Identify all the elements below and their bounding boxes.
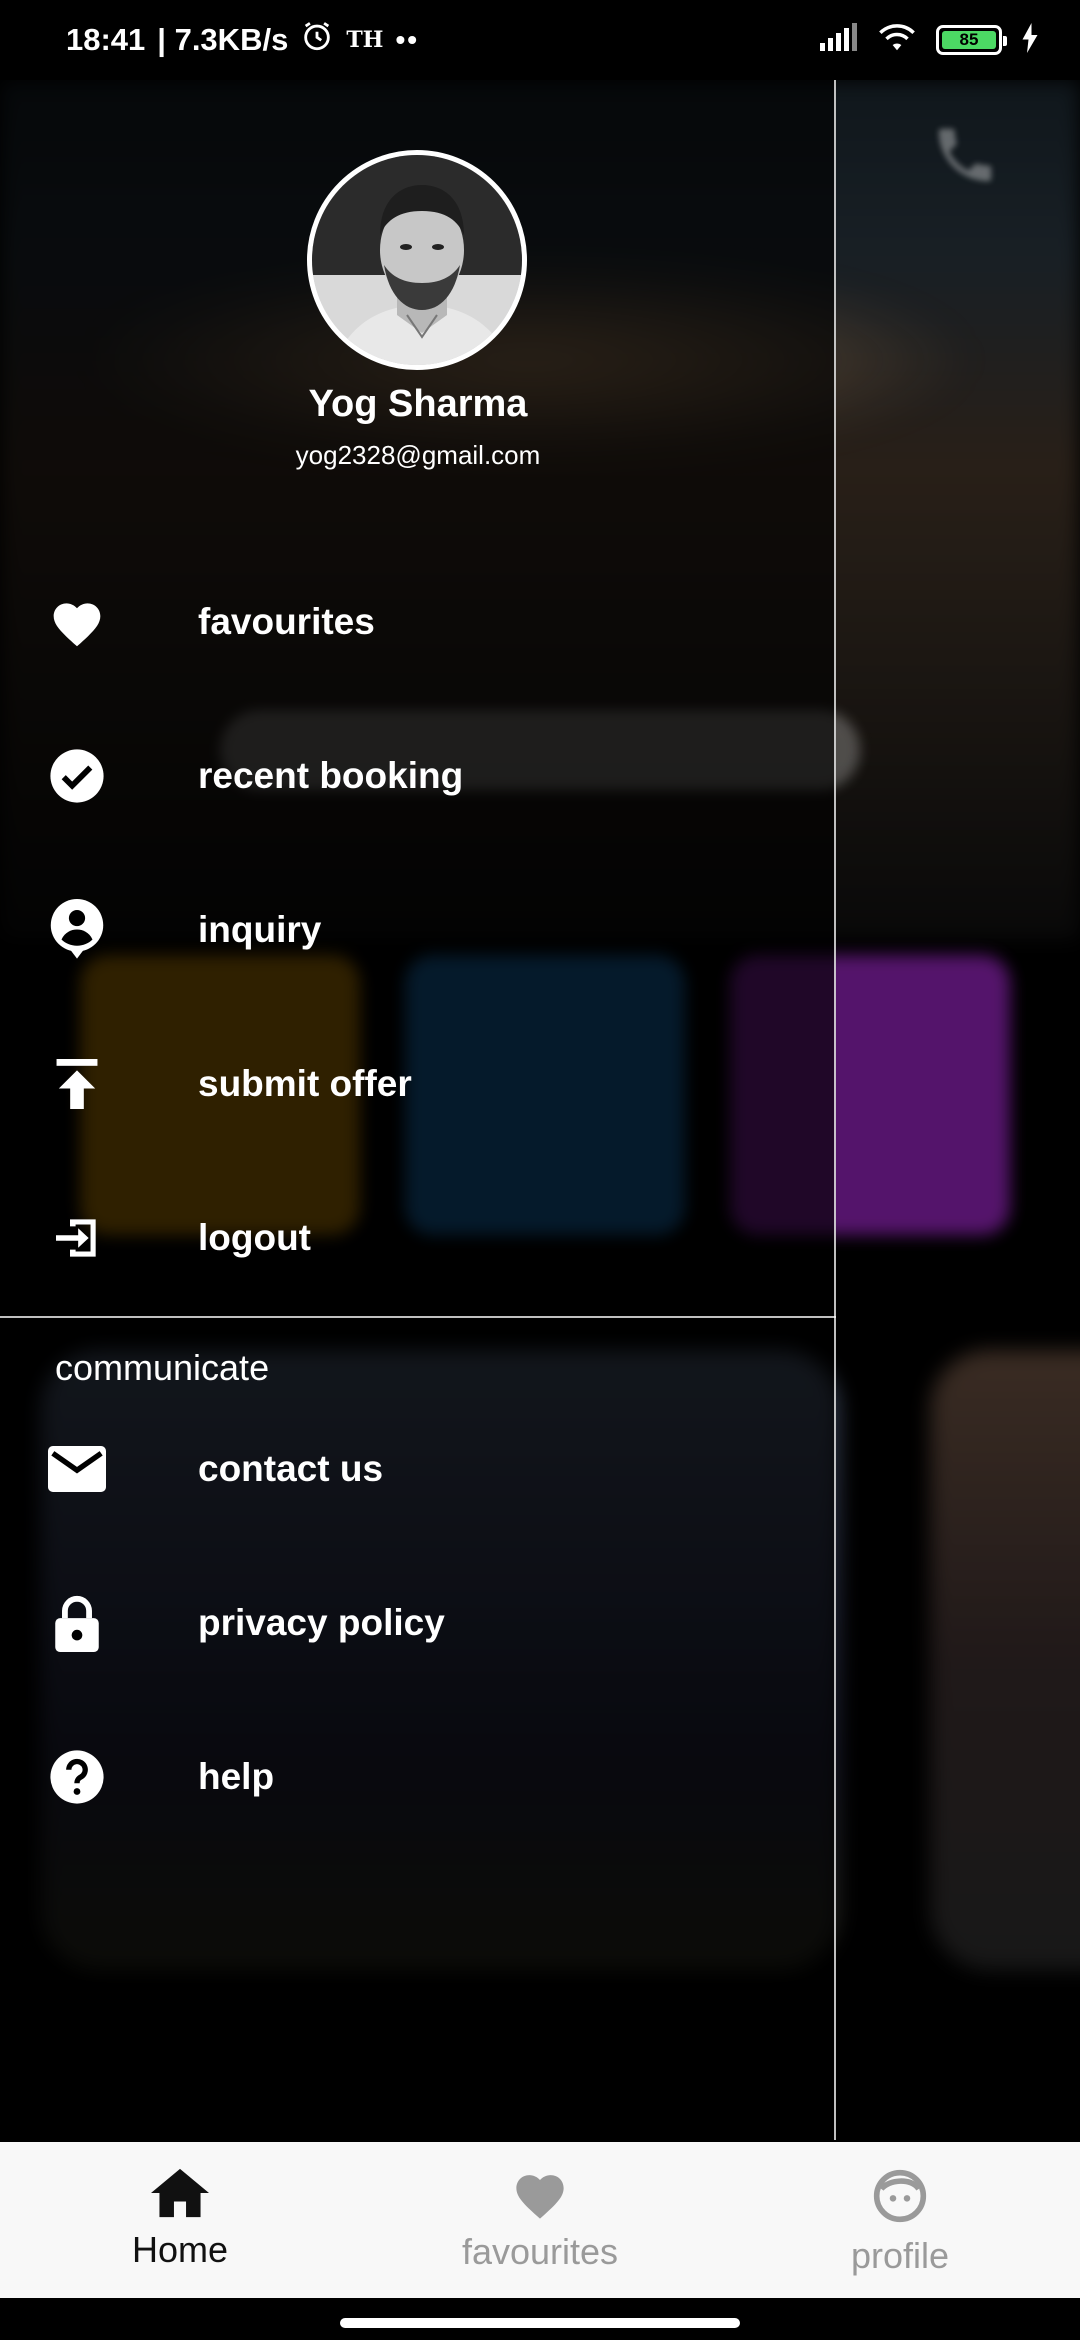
drawer-item-recent-booking[interactable]: recent booking xyxy=(0,721,836,831)
avatar[interactable] xyxy=(307,150,527,370)
status-dots: •• xyxy=(395,24,420,55)
mail-icon xyxy=(48,1440,106,1498)
battery-icon: 85 xyxy=(936,25,1007,55)
home-icon xyxy=(151,2168,209,2223)
navigation-drawer: Yog Sharma yog2328@gmail.com favourites … xyxy=(0,80,836,2140)
status-network-speed: | 7.3KB/s xyxy=(157,22,289,57)
section-title-communicate: communicate xyxy=(55,1347,270,1388)
nav-label: Home xyxy=(131,2229,229,2270)
drawer-item-label: privacy policy xyxy=(198,1602,445,1643)
drawer-item-contact-us[interactable]: contact us xyxy=(0,1414,836,1524)
bottom-navigation: Home favourites profile xyxy=(0,2142,1080,2298)
drawer-divider xyxy=(0,1316,836,1318)
drawer-item-label: logout xyxy=(198,1217,312,1258)
status-extra: TH xyxy=(346,27,384,53)
drawer-item-submit-offer[interactable]: submit offer xyxy=(0,1029,836,1139)
profile-name: Yog Sharma xyxy=(308,383,528,425)
drawer-item-label: recent booking xyxy=(198,755,464,796)
battery-level: 85 xyxy=(942,30,996,49)
heart-icon xyxy=(511,2168,569,2225)
nav-label: profile xyxy=(850,2235,950,2276)
alarm-icon xyxy=(300,19,334,61)
drawer-item-label: contact us xyxy=(198,1448,384,1489)
signal-icon xyxy=(818,22,858,58)
drawer-item-privacy-policy[interactable]: privacy policy xyxy=(0,1568,836,1678)
drawer-item-help[interactable]: help xyxy=(0,1722,836,1832)
gesture-handle[interactable] xyxy=(340,2318,740,2328)
status-right: 85 xyxy=(818,22,1040,59)
background-property-card-2 xyxy=(930,1350,1080,1970)
drawer-item-logout[interactable]: logout xyxy=(0,1183,836,1293)
drawer-item-label: inquiry xyxy=(198,909,322,950)
wifi-icon xyxy=(876,22,918,59)
drawer-item-inquiry[interactable]: inquiry xyxy=(0,875,836,985)
nav-favourites[interactable]: favourites xyxy=(360,2142,720,2298)
status-bar: 18:41 | 7.3KB/s TH •• 85 xyxy=(0,0,1080,80)
charging-icon xyxy=(1020,22,1040,58)
upload-icon xyxy=(48,1055,106,1113)
account-pin-icon xyxy=(48,899,106,959)
drawer-item-favourites[interactable]: favourites xyxy=(0,567,836,677)
status-left: 18:41 | 7.3KB/s TH •• xyxy=(66,19,419,61)
drawer-item-label: help xyxy=(198,1756,275,1797)
exit-icon xyxy=(48,1209,106,1267)
status-time: 18:41 xyxy=(66,22,146,57)
lock-icon xyxy=(48,1594,106,1652)
heart-icon xyxy=(48,593,106,651)
check-circle-icon xyxy=(48,747,106,805)
nav-label: favourites xyxy=(461,2231,619,2272)
help-icon xyxy=(48,1748,106,1806)
gesture-bar xyxy=(0,2298,1080,2340)
face-icon xyxy=(872,2168,928,2229)
nav-profile[interactable]: profile xyxy=(720,2142,1080,2298)
profile-email: yog2328@gmail.com xyxy=(295,440,541,470)
background-phone-icon xyxy=(930,120,1000,206)
drawer-item-label: favourites xyxy=(198,601,375,642)
nav-home[interactable]: Home xyxy=(0,2142,360,2298)
drawer-item-label: submit offer xyxy=(198,1063,412,1104)
